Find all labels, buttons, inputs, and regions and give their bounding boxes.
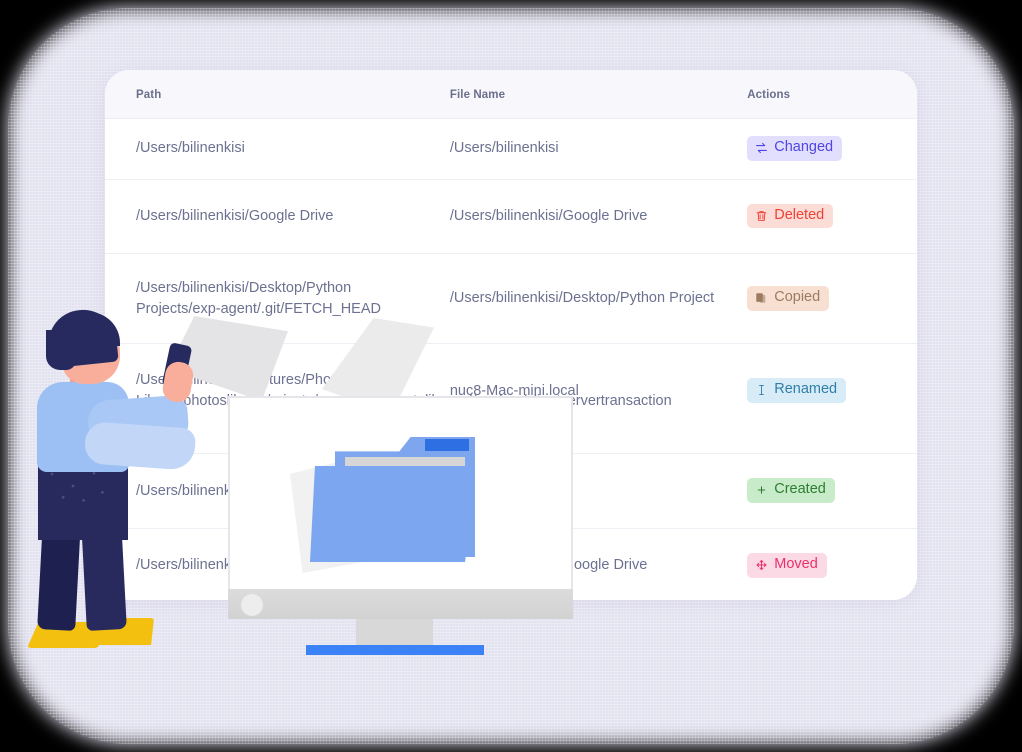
column-header-file-name[interactable]: File Name (433, 70, 731, 119)
cell-actions: Renamed (730, 344, 917, 454)
status-badge-changed[interactable]: Changed (747, 136, 843, 161)
column-header-path[interactable]: Path (105, 70, 434, 119)
table-header-row: Path File Name Actions (105, 70, 917, 119)
status-badge-label: Copied (774, 288, 821, 305)
status-badge-label: Deleted (774, 206, 825, 223)
screenshot-stage: Path File Name Actions /Users/bilinenkis… (0, 0, 1022, 752)
copy-pages-icon (755, 291, 768, 305)
cell-file-name: /Users/bilinenkisi/Google Drive (449, 208, 648, 225)
status-badge-label: Changed (774, 139, 834, 155)
text-cursor-icon (755, 383, 768, 397)
cell-path: /Users/bilinenkisi/Desktop/Python Projec… (136, 280, 381, 317)
cell-actions: Created (730, 454, 917, 529)
status-badge-label: Moved (774, 555, 818, 572)
cell-path: /Users/bilinenkisi/Google Drive (136, 208, 334, 225)
column-header-actions[interactable]: Actions (730, 70, 917, 119)
status-badge-created[interactable]: Created (747, 478, 835, 504)
file-events-table: Path File Name Actions /Users/bilinenkis… (105, 70, 917, 600)
status-badge-deleted[interactable]: Deleted (747, 203, 834, 229)
table-body: /Users/bilinenkisi /Users/bilinenkisi Ch… (105, 119, 917, 601)
cell-path: /Users/bilinenkisi (136, 482, 245, 499)
move-arrows-icon (755, 558, 768, 572)
cell-path: /Users/bilinenkisi/Google Drive (136, 557, 334, 574)
table-row[interactable]: /Users/bilinenkisi /Users/bilinenkisi Ch… (105, 119, 917, 180)
status-badge-copied[interactable]: Copied (747, 285, 830, 311)
cell-file-name: /Users/bilinenkisi/Google Drive (449, 557, 648, 574)
cell-file-name: /Users/bilinenkisi (449, 140, 559, 157)
cell-actions: Copied (730, 254, 917, 344)
cell-file-name: /Users/bilinenkisi/Desktop/Python Projec… (449, 290, 715, 307)
cell-actions: Moved (730, 528, 917, 600)
table-row[interactable]: /Users/bilinenkisi/Desktop/Python Projec… (105, 254, 917, 344)
trash-icon (755, 209, 768, 223)
status-badge-label: Renamed (774, 381, 838, 398)
plus-icon (755, 483, 768, 497)
cell-actions: Deleted (730, 179, 917, 254)
table-row[interactable]: /Users/bilinenkisi/Pictures/Photos Libra… (105, 344, 917, 454)
table-header: Path File Name Actions (105, 70, 917, 119)
table-row[interactable]: /Users/bilinenkisi Created (105, 454, 917, 529)
table-row[interactable]: /Users/bilinenkisi/Google Drive /Users/b… (105, 179, 917, 254)
cell-actions: Changed (730, 119, 917, 180)
table-row[interactable]: /Users/bilinenkisi/Google Drive /Users/b… (105, 528, 917, 600)
cell-path: /Users/bilinenkisi/Pictures/Photos Libra… (136, 372, 672, 409)
cell-path: /Users/bilinenkisi (136, 140, 245, 157)
events-card: Path File Name Actions /Users/bilinenkis… (105, 70, 917, 600)
cell-file-name (434, 454, 730, 529)
exchange-arrows-icon (755, 141, 768, 155)
status-badge-moved[interactable]: Moved (747, 552, 827, 578)
status-badge-renamed[interactable]: Renamed (747, 378, 847, 403)
status-badge-label: Created (774, 481, 826, 498)
